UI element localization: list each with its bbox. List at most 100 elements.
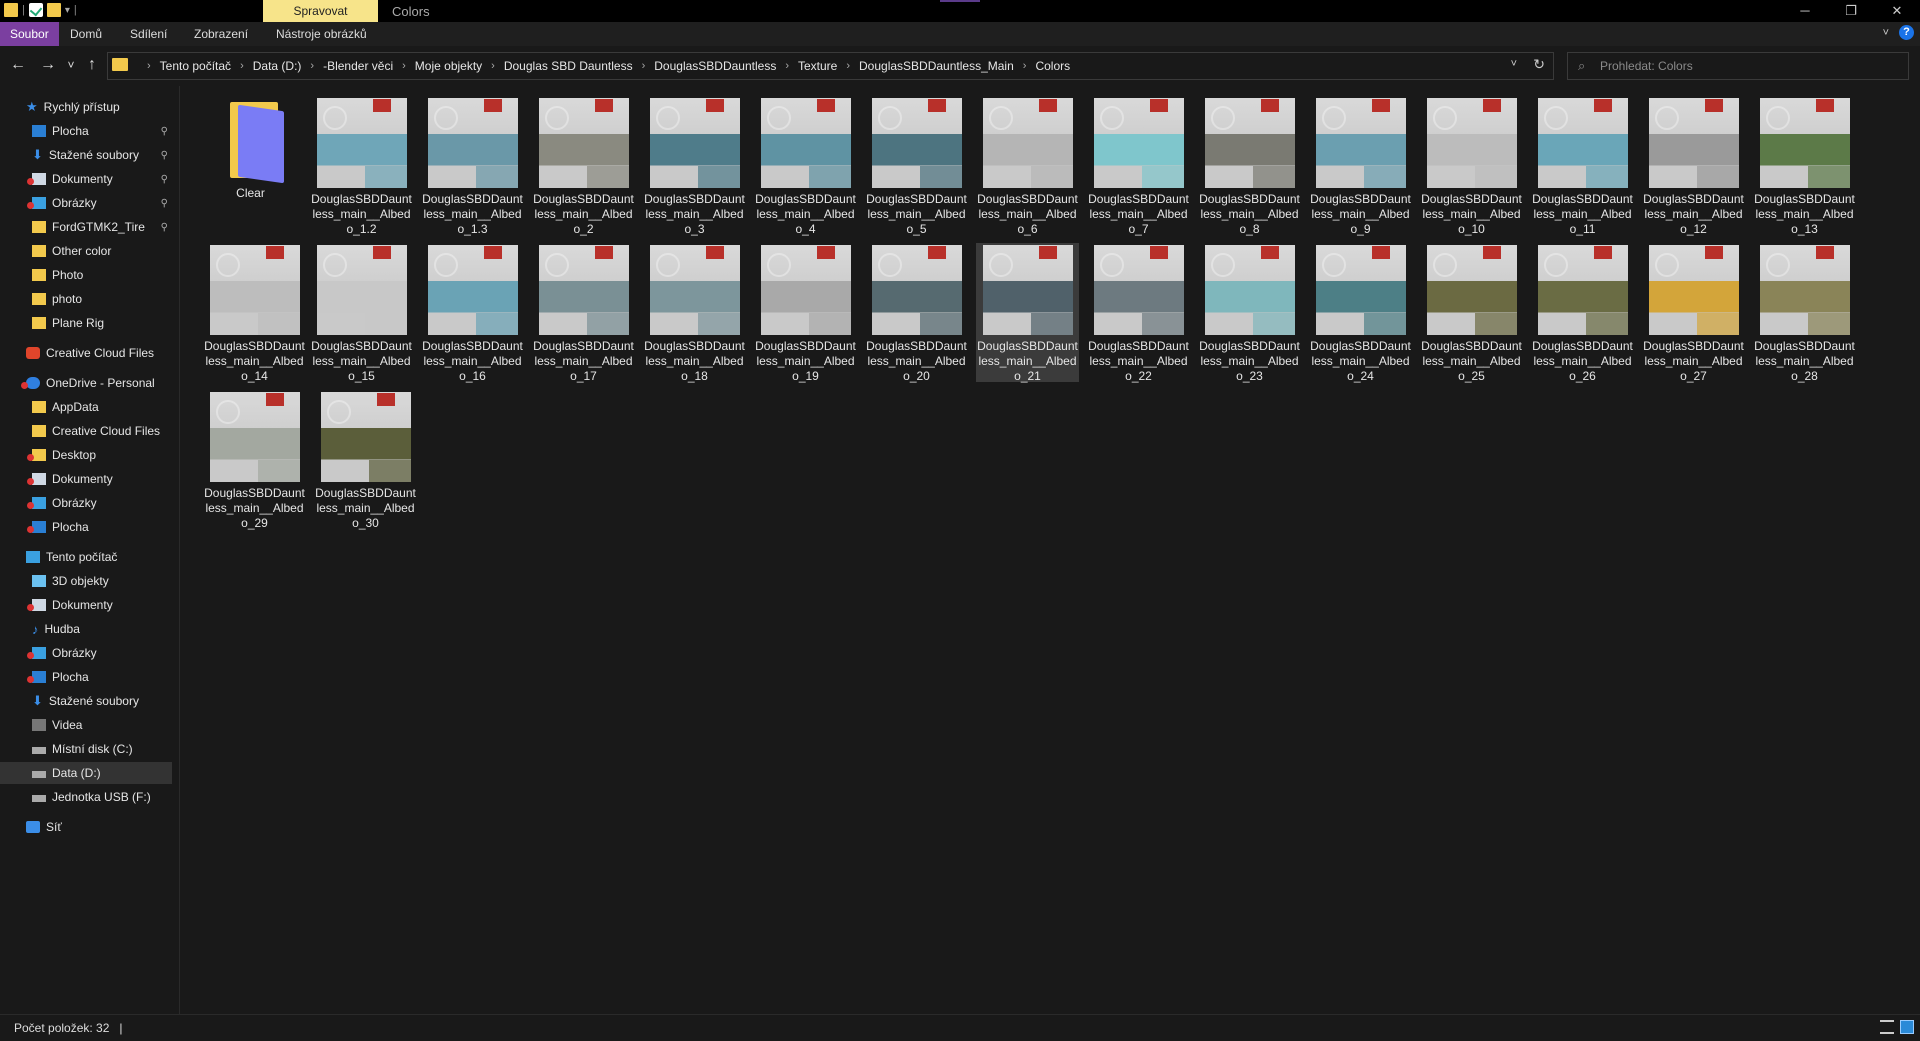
tab-share[interactable]: Sdílení [130, 22, 167, 46]
sidebar-item[interactable]: ⬇ Stažené soubory [0, 690, 172, 712]
sidebar-item[interactable]: Data (D:) [0, 762, 172, 784]
address-bar[interactable]: › Tento počítač › Data (D:) › -Blender věci › M… [107, 52, 1554, 80]
search-input[interactable] [1598, 56, 1902, 76]
breadcrumb-separator-icon[interactable]: › [1023, 60, 1027, 72]
details-view-icon[interactable] [1880, 1020, 1894, 1034]
file-item[interactable]: DouglasSBDDauntless_main__Albedo_13 [1753, 96, 1856, 236]
sidebar-item[interactable]: Plocha [0, 516, 172, 538]
sidebar-item[interactable]: Plocha ⚲ [0, 120, 172, 142]
sidebar-item[interactable]: photo [0, 288, 172, 310]
file-item[interactable]: DouglasSBDDauntless_main__Albedo_30 [314, 390, 417, 530]
file-item[interactable]: DouglasSBDDauntless_main__Albedo_29 [203, 390, 306, 530]
forward-button[interactable]: → [38, 56, 58, 74]
folder-icon[interactable] [4, 3, 18, 17]
breadcrumb-separator-icon[interactable]: › [310, 60, 314, 72]
breadcrumb-separator-icon[interactable]: › [240, 60, 244, 72]
file-item[interactable]: DouglasSBDDauntless_main__Albedo_24 [1309, 243, 1412, 383]
sidebar-item[interactable]: Obrázky [0, 642, 172, 664]
file-item[interactable]: DouglasSBDDauntless_main__Albedo_1.3 [421, 96, 524, 236]
sidebar-item[interactable]: Desktop [0, 444, 172, 466]
sidebar-item[interactable]: Videa [0, 714, 172, 736]
file-item[interactable]: DouglasSBDDauntless_main__Albedo_28 [1753, 243, 1856, 383]
customize-toolbar-icon[interactable]: ▾ [65, 5, 70, 16]
breadcrumb-separator-icon[interactable]: › [402, 60, 406, 72]
sidebar-item[interactable]: Síť [0, 816, 172, 838]
file-item[interactable]: DouglasSBDDauntless_main__Albedo_17 [532, 243, 635, 383]
file-item[interactable]: DouglasSBDDauntless_main__Albedo_3 [643, 96, 746, 236]
file-item[interactable]: DouglasSBDDauntless_main__Albedo_22 [1087, 243, 1190, 383]
file-item[interactable]: DouglasSBDDauntless_main__Albedo_1.2 [310, 96, 413, 236]
breadcrumb-item[interactable]: -Blender věci [323, 59, 393, 73]
file-item[interactable]: DouglasSBDDauntless_main__Albedo_18 [643, 243, 746, 383]
sidebar-item[interactable]: Obrázky [0, 492, 172, 514]
file-item[interactable]: DouglasSBDDauntless_main__Albedo_27 [1642, 243, 1745, 383]
sidebar-item[interactable]: Místní disk (C:) [0, 738, 172, 760]
sidebar-item[interactable]: Dokumenty [0, 594, 172, 616]
sidebar-item[interactable]: Dokumenty ⚲ [0, 168, 172, 190]
file-item[interactable]: DouglasSBDDauntless_main__Albedo_7 [1087, 96, 1190, 236]
sidebar-item[interactable]: AppData [0, 396, 172, 418]
sidebar-item[interactable]: Photo [0, 264, 172, 286]
file-item[interactable]: DouglasSBDDauntless_main__Albedo_8 [1198, 96, 1301, 236]
breadcrumb-item[interactable]: Moje objekty [415, 59, 482, 73]
sidebar-item[interactable]: Creative Cloud Files [0, 342, 172, 364]
up-button[interactable]: ↑ [82, 56, 102, 74]
refresh-icon[interactable]: ↻ [1533, 56, 1545, 73]
sidebar-item[interactable]: Plane Rig [0, 312, 172, 334]
sidebar-item[interactable]: 3D objekty [0, 570, 172, 592]
sidebar-item[interactable]: ⬇ Stažené soubory ⚲ [0, 144, 172, 166]
tab-home[interactable]: Domů [70, 22, 102, 46]
file-item[interactable]: DouglasSBDDauntless_main__Albedo_11 [1531, 96, 1634, 236]
breadcrumb-item[interactable]: Data (D:) [253, 59, 302, 73]
file-item[interactable]: DouglasSBDDauntless_main__Albedo_20 [865, 243, 968, 383]
context-tab-manage[interactable]: Spravovat [263, 0, 378, 22]
sidebar-item[interactable]: FordGTMK2_Tire ⚲ [0, 216, 172, 238]
breadcrumb-item[interactable]: Tento počítač [160, 59, 231, 73]
file-item[interactable]: DouglasSBDDauntless_main__Albedo_4 [754, 96, 857, 236]
sidebar-item[interactable]: Other color [0, 240, 172, 262]
sidebar-item[interactable]: Jednotka USB (F:) [0, 786, 172, 808]
help-icon[interactable]: ? [1899, 25, 1914, 40]
file-item[interactable]: DouglasSBDDauntless_main__Albedo_19 [754, 243, 857, 383]
sidebar-item[interactable]: Creative Cloud Files [0, 420, 172, 442]
sidebar-item[interactable]: ♪ Hudba [0, 618, 172, 640]
file-item[interactable]: DouglasSBDDauntless_main__Albedo_15 [310, 243, 413, 383]
file-item[interactable]: DouglasSBDDauntless_main__Albedo_26 [1531, 243, 1634, 383]
file-item[interactable]: DouglasSBDDauntless_main__Albedo_14 [203, 243, 306, 383]
expand-ribbon-icon[interactable]: ˅ [1883, 27, 1889, 39]
file-item[interactable]: DouglasSBDDauntless_main__Albedo_21 [976, 243, 1079, 383]
file-item[interactable]: DouglasSBDDauntless_main__Albedo_2 [532, 96, 635, 236]
breadcrumb-separator-icon[interactable]: › [785, 60, 789, 72]
close-button[interactable]: ✕ [1874, 0, 1920, 22]
file-item[interactable]: DouglasSBDDauntless_main__Albedo_9 [1309, 96, 1412, 236]
tab-picture-tools[interactable]: Nástroje obrázků [276, 22, 367, 46]
breadcrumb-item[interactable]: Douglas SBD Dauntless [504, 59, 633, 73]
breadcrumb-separator-icon[interactable]: › [147, 60, 151, 72]
maximize-button[interactable]: ❐ [1828, 0, 1874, 22]
breadcrumb-item[interactable]: DouglasSBDDauntless_Main [859, 59, 1014, 73]
file-item[interactable]: DouglasSBDDauntless_main__Albedo_10 [1420, 96, 1523, 236]
properties-icon[interactable] [28, 3, 43, 17]
breadcrumb-item[interactable]: Colors [1035, 59, 1070, 73]
minimize-button[interactable]: ─ [1782, 0, 1828, 22]
tab-file[interactable]: Soubor [0, 22, 59, 46]
back-button[interactable]: ← [8, 56, 28, 74]
file-item[interactable]: DouglasSBDDauntless_main__Albedo_6 [976, 96, 1079, 236]
file-item[interactable]: DouglasSBDDauntless_main__Albedo_23 [1198, 243, 1301, 383]
sidebar-item[interactable]: Plocha [0, 666, 172, 688]
address-dropdown-icon[interactable]: ˅ [1511, 58, 1517, 70]
recent-locations-button[interactable]: ˅ [61, 58, 81, 72]
file-item[interactable]: DouglasSBDDauntless_main__Albedo_25 [1420, 243, 1523, 383]
breadcrumb-item[interactable]: Texture [798, 59, 837, 73]
breadcrumb-separator-icon[interactable]: › [642, 60, 646, 72]
tab-view[interactable]: Zobrazení [194, 22, 248, 46]
folder-item[interactable]: Clear [199, 96, 302, 235]
breadcrumb-separator-icon[interactable]: › [846, 60, 850, 72]
large-icons-view-icon[interactable] [1900, 1020, 1914, 1034]
file-item[interactable]: DouglasSBDDauntless_main__Albedo_12 [1642, 96, 1745, 236]
breadcrumb-separator-icon[interactable]: › [491, 60, 495, 72]
new-folder-icon[interactable] [46, 3, 61, 17]
file-item[interactable]: DouglasSBDDauntless_main__Albedo_5 [865, 96, 968, 236]
sidebar-item[interactable]: OneDrive - Personal [0, 372, 172, 394]
file-item[interactable]: DouglasSBDDauntless_main__Albedo_16 [421, 243, 524, 383]
